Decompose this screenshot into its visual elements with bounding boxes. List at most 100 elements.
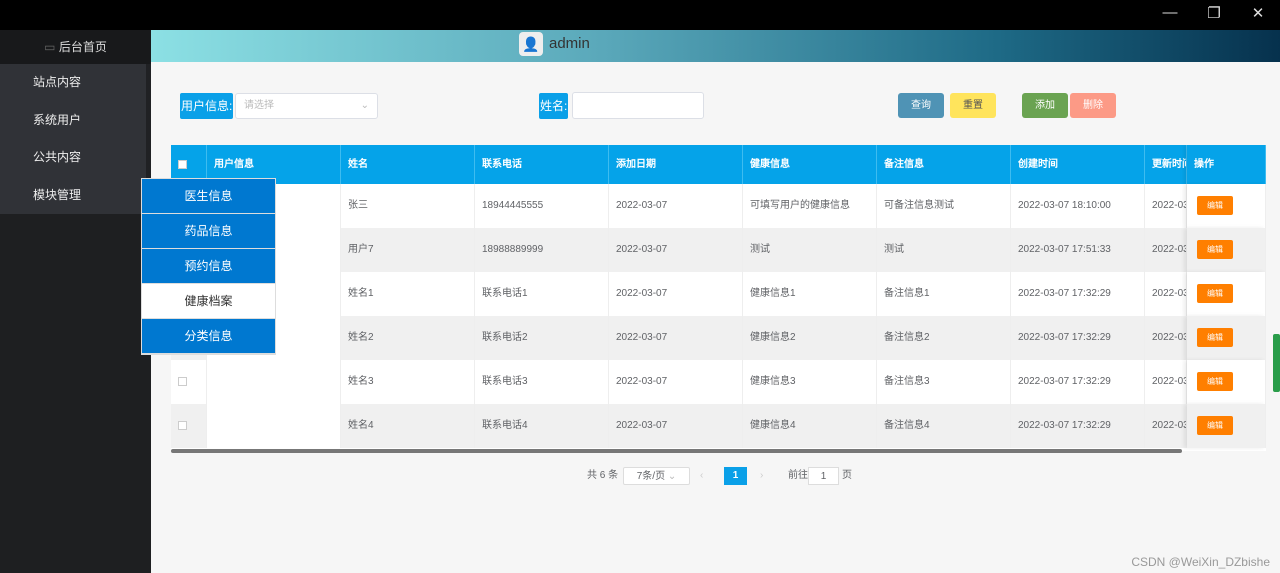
- table-row: 姓名3 联系电话3 2022-03-07 健康信息3 备注信息3 2022-03-07 1…: [171, 360, 1266, 404]
- cell-note: 备注信息2: [877, 316, 1011, 360]
- column-header[interactable]: 创建时间: [1011, 145, 1145, 184]
- cell-actions: 编辑: [1187, 316, 1266, 360]
- column-header: 更新时间: [1145, 145, 1187, 184]
- cell-phone: 联系电话3: [475, 360, 609, 404]
- table-row: 姓名4 联系电话4 2022-03-07 健康信息4 备注信息4 2022-03-07 1…: [171, 404, 1266, 448]
- close-button[interactable]: ✕: [1243, 4, 1273, 22]
- page-1[interactable]: 1: [724, 467, 747, 485]
- submenu-item[interactable]: 预约信息: [142, 249, 275, 284]
- cell-phone: 联系电话2: [475, 316, 609, 360]
- prev-page-icon[interactable]: ‹: [700, 467, 703, 485]
- cell-date: 2022-03-07: [609, 404, 743, 448]
- goto-page-input[interactable]: 1: [808, 467, 839, 485]
- table-row: 姓名2 联系电话2 2022-03-07 健康信息2 备注信息2 2022-03-07 1…: [171, 316, 1266, 360]
- user-info-label: 用户信息:: [180, 93, 234, 119]
- cell-note: 备注信息1: [877, 272, 1011, 316]
- cell-name: 姓名4: [341, 404, 475, 448]
- sidebar-item-system-users[interactable]: 系统用户: [0, 102, 146, 140]
- cell-updated: 2022-03: [1145, 228, 1187, 272]
- monitor-icon: ▭: [44, 40, 59, 54]
- sidebar-home[interactable]: ▭ 后台首页: [0, 30, 151, 64]
- sidebar-item-module-management[interactable]: 模块管理: [0, 177, 146, 215]
- side-scroll-handle[interactable]: [1273, 334, 1280, 392]
- cell-updated: 2022-03: [1145, 272, 1187, 316]
- cell-created: 2022-03-07 17:32:29: [1011, 404, 1145, 448]
- query-button[interactable]: 查询: [898, 93, 944, 118]
- cell-name: 用户7: [341, 228, 475, 272]
- total-count: 共 6 条: [587, 470, 619, 481]
- cell-name: 张三: [341, 184, 475, 228]
- cell-note: 备注信息3: [877, 360, 1011, 404]
- column-header: 操作: [1187, 145, 1266, 184]
- cell-actions: 编辑: [1187, 184, 1266, 228]
- chevron-down-icon: ⌄: [667, 471, 677, 482]
- cell-note: 测试: [877, 228, 1011, 272]
- cell-phone: 联系电话1: [475, 272, 609, 316]
- cell-health: 健康信息1: [743, 272, 877, 316]
- column-header: 添加日期: [609, 145, 743, 184]
- column-header: 备注信息: [877, 145, 1011, 184]
- cell-date: 2022-03-07: [609, 360, 743, 404]
- edit-button[interactable]: 编辑: [1197, 195, 1233, 215]
- submenu-item[interactable]: 分类信息: [142, 319, 275, 354]
- add-button[interactable]: 添加: [1022, 93, 1068, 118]
- select-placeholder: 请选择: [244, 100, 274, 111]
- row-checkbox[interactable]: [171, 404, 207, 448]
- cell-updated: 2022-03: [1145, 360, 1187, 404]
- edit-button[interactable]: 编辑: [1197, 415, 1233, 435]
- submenu-item[interactable]: 药品信息: [142, 214, 275, 249]
- header: 👤 admin: [151, 30, 1280, 62]
- edit-button[interactable]: 编辑: [1197, 327, 1233, 347]
- cell-note: 可备注信息测试: [877, 184, 1011, 228]
- cell-created: 2022-03-07 17:51:33: [1011, 228, 1145, 272]
- cell-actions: 编辑: [1187, 360, 1266, 404]
- column-header: 健康信息: [743, 145, 877, 184]
- edit-button[interactable]: 编辑: [1197, 283, 1233, 303]
- user-info-select[interactable]: 请选择 ⌄: [235, 93, 378, 119]
- title-bar: — ❐ ✕: [0, 0, 1280, 30]
- cell-name: 姓名1: [341, 272, 475, 316]
- cell-created: 2022-03-07 17:32:29: [1011, 360, 1145, 404]
- cell-health: 健康信息2: [743, 316, 877, 360]
- cell-health: 可填写用户的健康信息: [743, 184, 877, 228]
- cell-phone: 18944445555: [475, 184, 609, 228]
- row-checkbox[interactable]: [171, 360, 207, 404]
- cell-created: 2022-03-07 17:32:29: [1011, 316, 1145, 360]
- edit-button[interactable]: 编辑: [1197, 371, 1233, 391]
- cell-health: 健康信息4: [743, 404, 877, 448]
- name-input[interactable]: [572, 92, 704, 119]
- cell-date: 2022-03-07: [609, 316, 743, 360]
- sidebar-item-public-content[interactable]: 公共内容: [0, 139, 146, 177]
- submenu-item[interactable]: 健康档案: [142, 284, 275, 319]
- cell-name: 姓名3: [341, 360, 475, 404]
- sidebar: ▭ 后台首页 站点内容 系统用户 公共内容 模块管理: [0, 30, 151, 573]
- avatar[interactable]: 👤: [519, 32, 543, 56]
- cell-actions: 编辑: [1187, 272, 1266, 316]
- cell-updated: 2022-03: [1145, 184, 1187, 228]
- horizontal-scrollbar[interactable]: [171, 449, 1182, 453]
- table-row: 用户7 18988889999 2022-03-07 测试 测试 2022-03-07 1…: [171, 228, 1266, 272]
- cell-health: 健康信息3: [743, 360, 877, 404]
- sidebar-item-site-content[interactable]: 站点内容: [0, 64, 146, 102]
- goto-label: 前往: [788, 470, 808, 481]
- cell-date: 2022-03-07: [609, 228, 743, 272]
- cell-updated: 2022-03: [1145, 404, 1187, 448]
- page-size-select[interactable]: 7条/页 ⌄: [623, 467, 690, 485]
- delete-button[interactable]: 删除: [1070, 93, 1116, 118]
- submenu-item[interactable]: 医生信息: [142, 179, 275, 214]
- cell-note: 备注信息4: [877, 404, 1011, 448]
- maximize-button[interactable]: ❐: [1199, 4, 1229, 22]
- cell-user: [207, 404, 341, 448]
- column-header: 联系电话: [475, 145, 609, 184]
- data-table: 用户信息姓名联系电话添加日期健康信息备注信息创建时间更新时间操作张三189444…: [171, 145, 1266, 451]
- cell-created: 2022-03-07 18:10:00: [1011, 184, 1145, 228]
- cell-date: 2022-03-07: [609, 184, 743, 228]
- minimize-button[interactable]: —: [1155, 4, 1185, 21]
- cell-created: 2022-03-07 17:32:29: [1011, 272, 1145, 316]
- page-size-value: 7条/页: [636, 471, 666, 482]
- reset-button[interactable]: 重置: [950, 93, 996, 118]
- username[interactable]: admin: [549, 35, 590, 52]
- next-page-icon[interactable]: ›: [760, 467, 763, 485]
- edit-button[interactable]: 编辑: [1197, 239, 1233, 259]
- cell-name: 姓名2: [341, 316, 475, 360]
